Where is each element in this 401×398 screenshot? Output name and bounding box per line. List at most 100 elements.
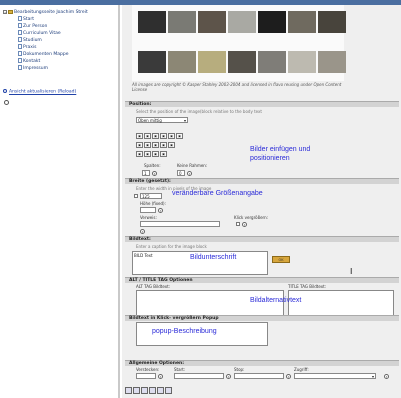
tree-item-start[interactable]: Start	[18, 16, 34, 22]
start-label: Start:	[174, 367, 186, 372]
gallery-thumbnail[interactable]	[288, 51, 316, 73]
page-icon	[18, 58, 22, 63]
position-button[interactable]: ▣	[168, 133, 175, 139]
position-button[interactable]: ▣	[152, 142, 159, 148]
help-icon[interactable]: ?	[158, 374, 163, 379]
position-button[interactable]: ▣	[152, 151, 159, 157]
gallery-thumbnail[interactable]	[258, 11, 286, 33]
close-icon[interactable]	[165, 387, 172, 394]
section-breite-header: Breite (gesetzt):	[125, 178, 399, 184]
gallery-thumbnail[interactable]	[258, 51, 286, 73]
stop-label: Stop:	[234, 367, 245, 372]
help-icon[interactable]: ?	[226, 374, 231, 379]
stop-input[interactable]	[234, 373, 284, 379]
position-hint: Select the position of the image(block r…	[136, 109, 262, 114]
spalten-label: Spalten:	[144, 163, 161, 168]
tree-item-zur-person[interactable]: Zur Person	[18, 23, 47, 29]
position-button[interactable]: ▣	[160, 142, 167, 148]
position-button[interactable]: ▣	[168, 142, 175, 148]
folder-icon	[8, 9, 13, 14]
tree-item-dokumenten-mappe[interactable]: Dokumenten Mappe	[18, 51, 68, 57]
position-button[interactable]: ▣	[152, 133, 159, 139]
reload-link[interactable]: Ansicht aktualisieren (Reload)	[3, 89, 76, 95]
copyright-notice: All images are copyright © Kasper Stahle…	[132, 82, 342, 92]
gallery-thumbnail[interactable]	[138, 51, 166, 73]
alt-tag-label: ALT TAG Bildtext:	[136, 284, 171, 289]
gallery-thumbnail[interactable]	[168, 11, 196, 33]
page-icon	[18, 51, 22, 56]
verstecken-input[interactable]	[136, 373, 156, 379]
annotation-bildalternativtext: Bildalternativtext	[250, 297, 302, 304]
section-popup-header: Bildtext in Klick- vergrößern Popup	[125, 315, 399, 321]
page-icon	[18, 30, 22, 35]
position-button[interactable]: ▣	[160, 151, 167, 157]
hoehe-label: Höhe (fixed):	[140, 201, 166, 206]
bildtext-ok-button[interactable]: OK	[272, 256, 290, 263]
page-tree-pane: − Bearbeitungsseite Joachim Streit Start …	[0, 5, 120, 398]
position-button[interactable]: ▣	[144, 133, 151, 139]
page-icon	[18, 16, 22, 21]
section-alt-title-header: ALT / TITLE TAG Optionen	[125, 277, 399, 283]
save-icon[interactable]	[125, 387, 132, 394]
gallery-thumbnail[interactable]	[288, 11, 316, 33]
section-position-header: Position:	[125, 101, 399, 107]
tree-item-kontakt[interactable]: Kontakt	[18, 58, 40, 64]
preview-icon[interactable]	[149, 387, 156, 394]
reload-icon	[3, 89, 7, 93]
save-new-icon[interactable]	[141, 387, 148, 394]
position-button[interactable]: ▣	[136, 142, 143, 148]
tree-item-praxis[interactable]: Praxis	[18, 44, 37, 50]
position-button[interactable]: ▣	[176, 133, 183, 139]
verweis-input[interactable]	[140, 221, 220, 227]
annotation-bilder-einfuegen: Bilder einfügen und positionieren	[250, 146, 311, 162]
klick-vergroessern-checkbox[interactable]	[236, 222, 240, 226]
help-icon[interactable]: ?	[242, 222, 247, 227]
gallery-thumbnail[interactable]	[198, 11, 226, 33]
gallery-thumbnail[interactable]	[228, 51, 256, 73]
gallery-thumbnail[interactable]	[198, 51, 226, 73]
help-icon[interactable]: ?	[384, 374, 389, 379]
tree-root[interactable]: − Bearbeitungsseite Joachim Streit	[3, 9, 88, 15]
zugriff-select[interactable]	[294, 373, 376, 379]
width-checkbox[interactable]	[134, 194, 138, 198]
annotation-groessenangabe: veränderbare Größenangabe	[172, 190, 263, 197]
position-button[interactable]: ▣	[136, 151, 143, 157]
position-button[interactable]: ▣	[136, 133, 143, 139]
section-bildtext-header: Bildtext:	[125, 236, 399, 242]
position-button[interactable]: ▣	[144, 151, 151, 157]
annotation-bildunterschrift: Bildunterschrift	[190, 254, 237, 261]
width-input[interactable]: 125	[140, 193, 162, 199]
undo-icon[interactable]	[157, 387, 164, 394]
tree-item-impressum[interactable]: Impressum	[18, 65, 48, 71]
help-icon[interactable]: ?	[158, 208, 163, 213]
bottom-toolbar	[125, 387, 173, 395]
spalten-input[interactable]: 1	[142, 170, 150, 176]
gallery-thumbnail[interactable]	[228, 11, 256, 33]
position-button[interactable]: ▣	[144, 142, 151, 148]
feine-rahmen-label: Keine Rahmen:	[177, 163, 208, 168]
info-icon[interactable]	[4, 100, 9, 105]
help-icon[interactable]: ?	[286, 374, 291, 379]
klick-vergroessern-label: Klick vergrößern:	[234, 215, 269, 220]
position-button[interactable]: ▣	[160, 133, 167, 139]
collapse-icon[interactable]: −	[3, 9, 7, 14]
position-select[interactable]: Oben mittig	[136, 117, 188, 123]
gallery-thumbnail[interactable]	[168, 51, 196, 73]
tree-item-studium[interactable]: Studium	[18, 37, 42, 43]
bildtext-hint: Enter a caption for the image block	[136, 244, 207, 249]
start-input[interactable]	[174, 373, 224, 379]
hoehe-input[interactable]	[140, 207, 156, 213]
help-icon[interactable]: ?	[152, 171, 157, 176]
feine-rahmen-input[interactable]: 0	[177, 170, 185, 176]
gallery-thumbnail[interactable]	[318, 11, 346, 33]
page-icon	[18, 37, 22, 42]
gallery-thumbnail[interactable]	[138, 11, 166, 33]
tree-item-curriculum[interactable]: Curriculum Vitae	[18, 30, 61, 36]
annotation-popup-beschreibung: popup-Beschreibung	[152, 328, 217, 335]
save-close-icon[interactable]	[133, 387, 140, 394]
image-gallery	[132, 5, 346, 81]
verstecken-label: Verstecken:	[136, 367, 160, 372]
help-icon[interactable]: ?	[140, 229, 145, 234]
gallery-thumbnail[interactable]	[318, 51, 346, 73]
help-icon[interactable]: ?	[187, 171, 192, 176]
